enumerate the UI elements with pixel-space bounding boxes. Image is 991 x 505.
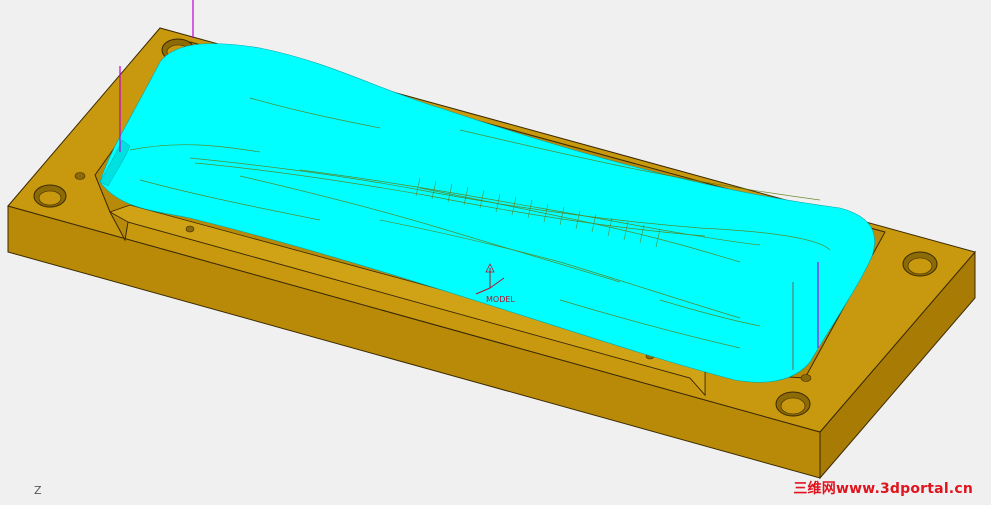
watermark: 三维网www.3dportal.cn: [793, 481, 973, 497]
small-hole: [74, 172, 86, 180]
corner-hole: [33, 184, 67, 208]
csys-label: MODEL: [486, 295, 515, 304]
view-orientation-label: Z: [34, 484, 42, 497]
model-canvas[interactable]: MODEL: [0, 0, 991, 500]
small-hole: [185, 225, 195, 233]
corner-hole: [775, 391, 811, 417]
corner-hole: [902, 251, 938, 277]
graphics-viewport[interactable]: MODEL: [0, 0, 991, 500]
small-hole: [800, 374, 812, 382]
